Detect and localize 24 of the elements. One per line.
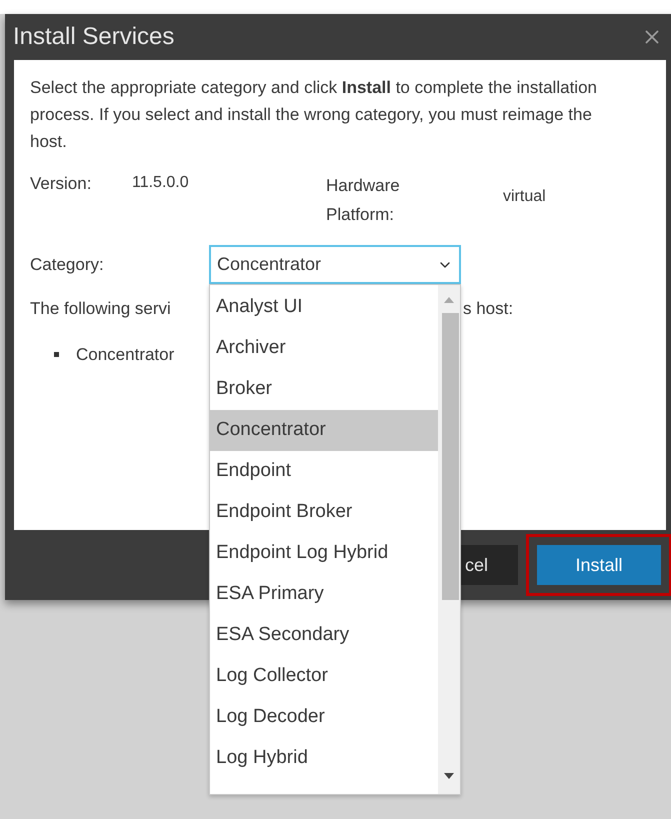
dropdown-option[interactable]: Broker: [210, 369, 438, 410]
service-item: Concentrator: [76, 344, 174, 366]
dropdown-option[interactable]: Log Collector: [210, 656, 438, 697]
platform-label: Hardware Platform:: [326, 175, 401, 226]
category-select[interactable]: Concentrator: [209, 245, 461, 284]
version-value: 11.5.0.0: [132, 173, 190, 193]
category-label: Category:: [30, 254, 105, 276]
bullet-icon: [54, 352, 59, 357]
dropdown-option[interactable]: Log Hybrid: [210, 738, 438, 779]
version-label: Version:: [30, 173, 92, 195]
services-text: The following servi: [30, 298, 172, 320]
instructions-text: Select the appropriate category and click Install to complete the installation process. If you select and install the wrong category, you must reimage the host.: [30, 77, 598, 153]
services-text: s host:: [463, 298, 514, 320]
dropdown-option[interactable]: Concentrator: [210, 410, 438, 451]
dropdown-option[interactable]: Log Decoder: [210, 697, 438, 738]
dropdown-option[interactable]: Analyst UI: [210, 287, 438, 328]
window-title: Install Services: [13, 22, 174, 52]
scrollbar[interactable]: [438, 285, 460, 794]
dropdown-option[interactable]: ESA Secondary: [210, 615, 438, 656]
platform-value: virtual: [503, 187, 546, 207]
dropdown-option[interactable]: Endpoint: [210, 451, 438, 492]
dropdown-option[interactable]: Endpoint Broker: [210, 492, 438, 533]
install-button[interactable]: Install: [537, 545, 661, 585]
dropdown-option[interactable]: Archiver: [210, 328, 438, 369]
